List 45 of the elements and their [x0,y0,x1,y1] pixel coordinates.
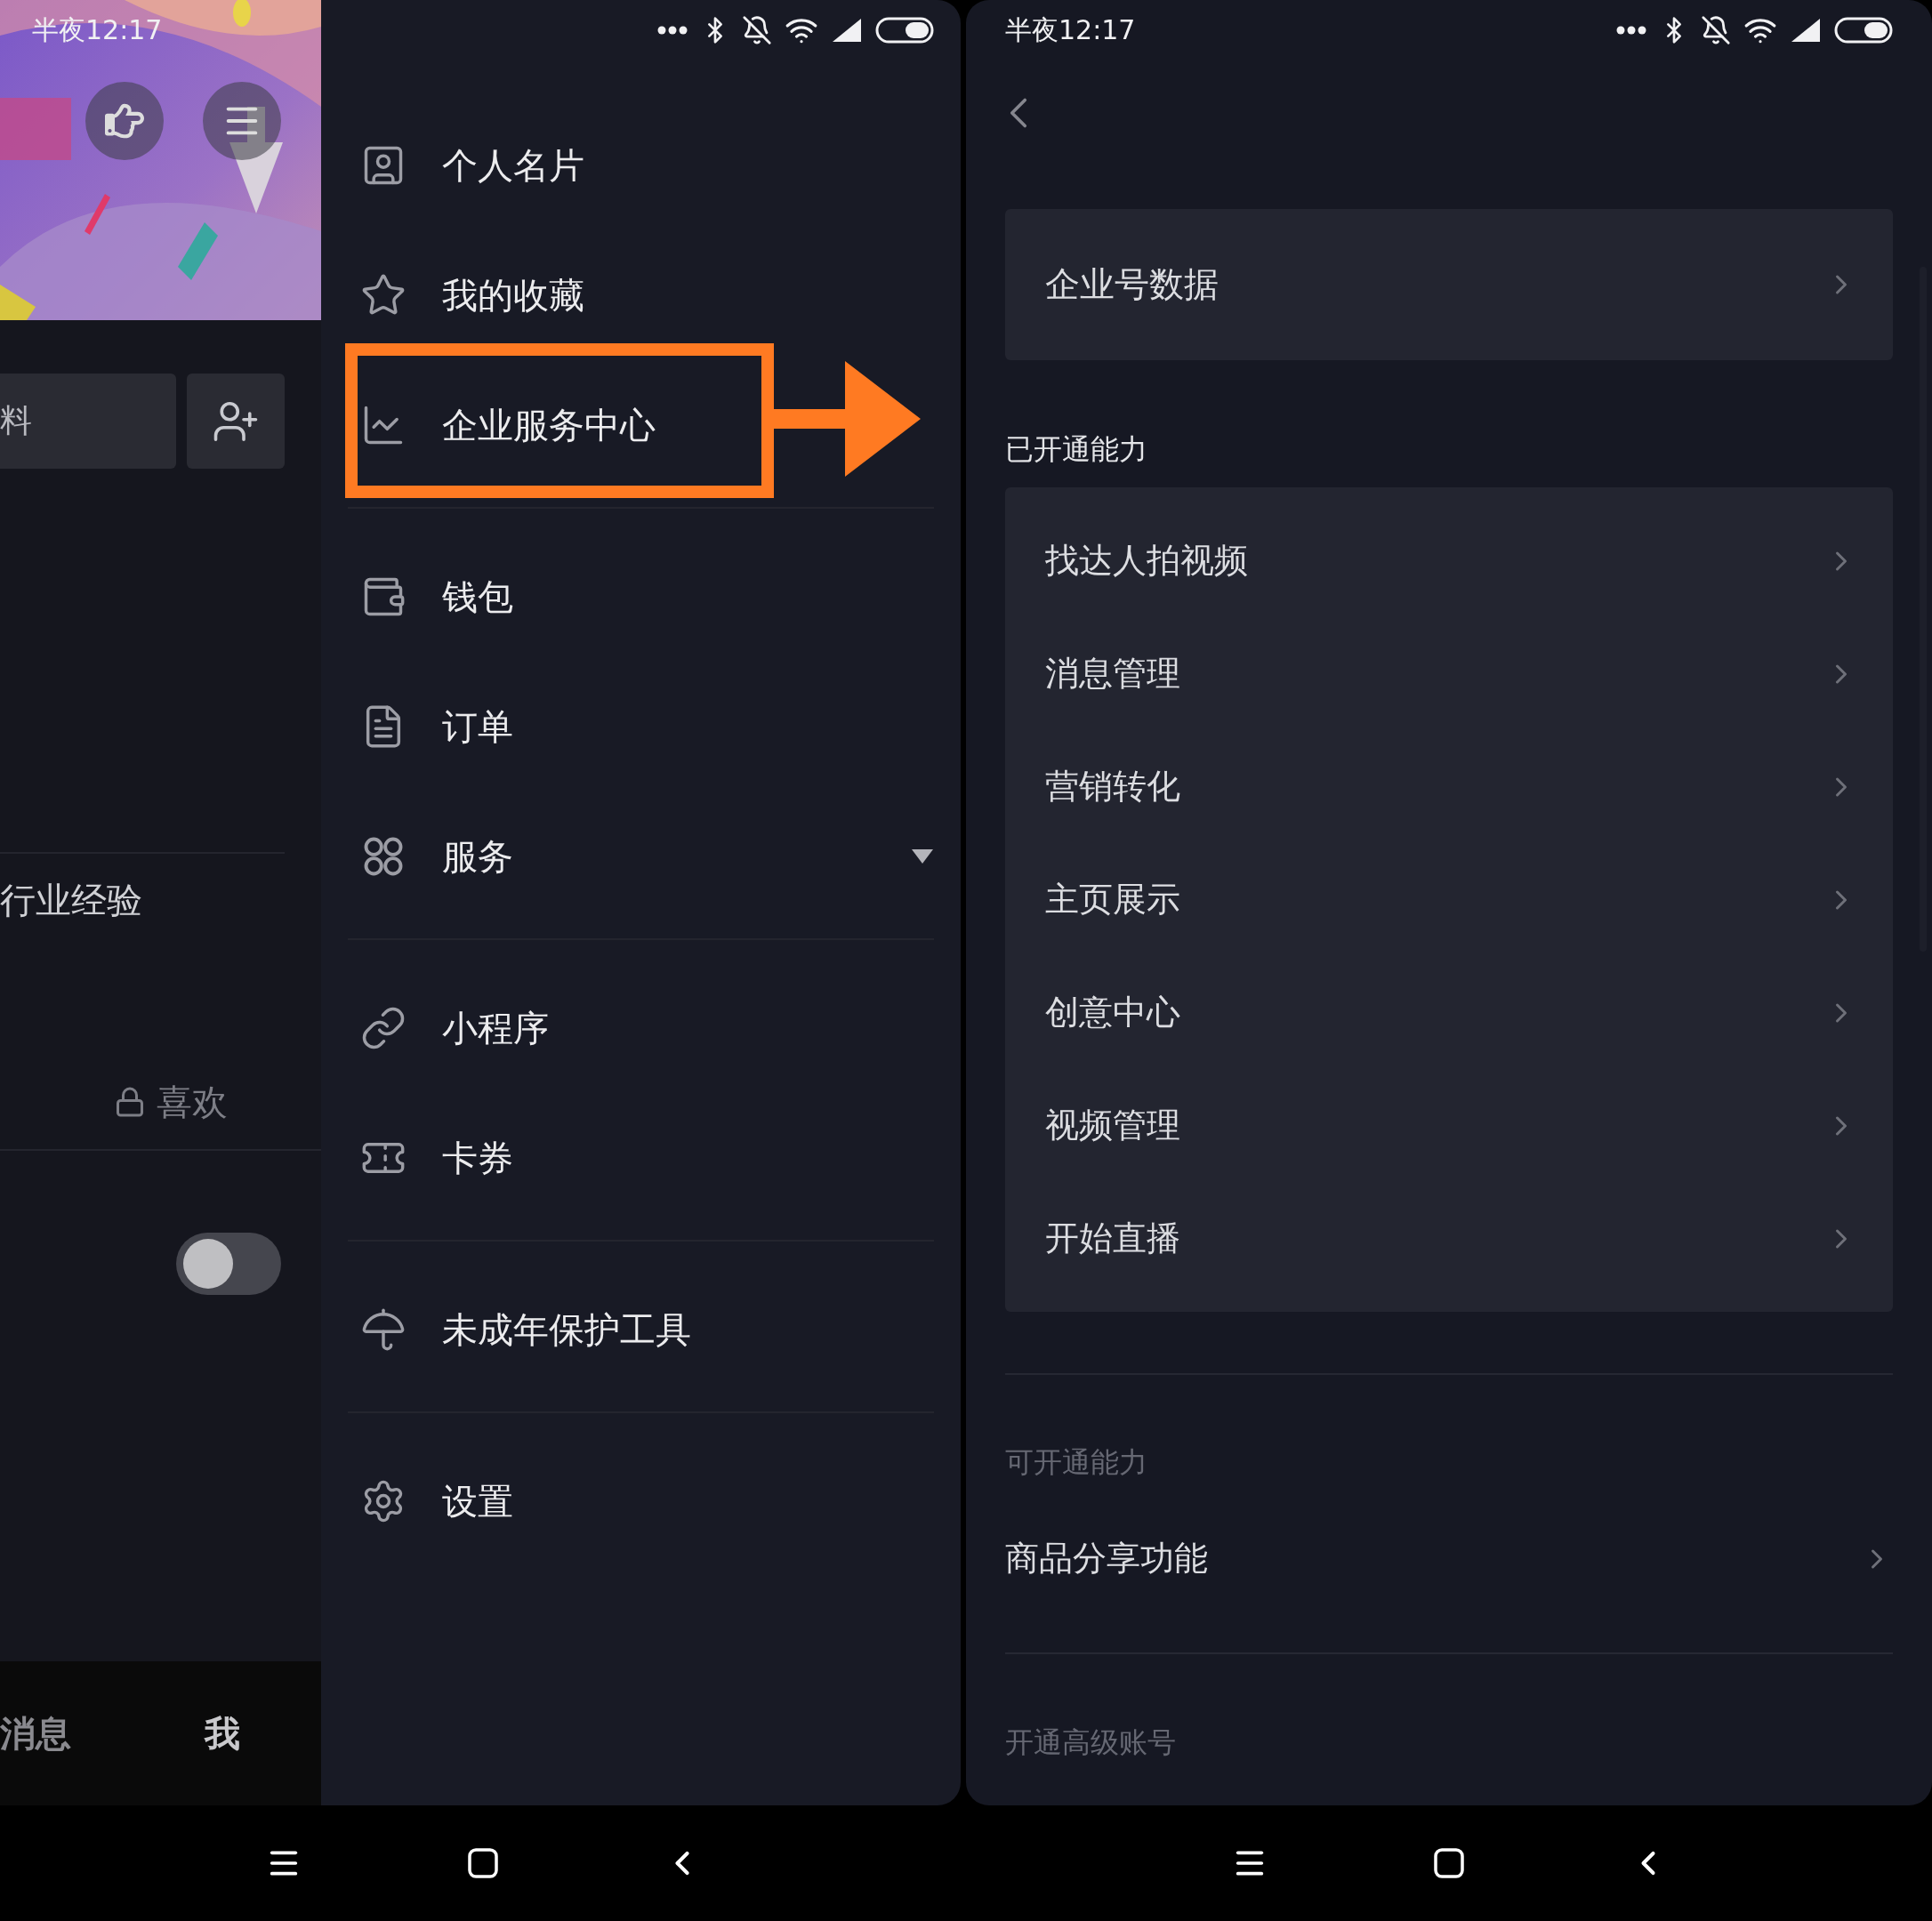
signal-icon [831,17,863,44]
feature-row[interactable]: 视频管理 [1005,1069,1893,1182]
battery-icon [1834,17,1893,44]
bottom-tab[interactable]: 消息 [0,1708,71,1758]
industry-experience-label: 行业经验 [0,880,143,920]
enterprise-data-row[interactable]: 企业号数据 [1005,209,1893,360]
drawer-menu-item[interactable]: 钱包 [360,543,513,650]
umbrella-icon [360,1306,407,1353]
bottom-tab[interactable]: 我 [205,1708,240,1758]
section-title: 可开通能力 [1005,1444,1148,1480]
add-friend-button[interactable] [187,374,285,469]
drawer-menu-item[interactable]: 设置 [360,1448,513,1555]
bell-off-icon [1701,15,1731,45]
section-title: 开通高级账号 [1005,1724,1177,1760]
feature-row[interactable]: 商品分享功能 [1005,1502,1893,1615]
feature-row[interactable]: 开始直播 [1005,1182,1893,1295]
likes-tab[interactable]: 喜欢 [114,1082,228,1121]
feature-row[interactable]: 主页展示 [1005,843,1893,956]
drawer-menu-item[interactable]: 卡券 [360,1105,513,1211]
home-square-icon [1434,1848,1464,1878]
feature-row[interactable]: 找达人拍视频 [1005,504,1893,617]
drawer-menu-item[interactable]: 订单 [360,673,513,780]
more-dots-icon [656,25,688,36]
drawer-menu-item[interactable]: 服务 [360,803,934,910]
drawer-menu-item[interactable]: 个人名片 [360,112,584,219]
drawer-menu-item[interactable]: 未成年保护工具 [360,1276,691,1383]
home-square-icon [468,1848,498,1878]
drawer-menu-item[interactable]: 我的收藏 [360,242,584,349]
dropdown-caret-icon [911,848,934,864]
signal-icon [1790,17,1822,44]
pointing-hand-icon [105,101,144,141]
profile-button[interactable]: 料 [0,374,176,469]
status-time: 半夜12:17 [32,13,163,47]
section-title: 已开通能力 [1005,431,1148,467]
feature-row[interactable]: 创意中心 [1005,956,1893,1069]
status-time: 半夜12:17 [1005,13,1136,47]
drawer-menu-item[interactable]: 小程序 [360,975,549,1081]
battery-icon [875,17,934,44]
link-icon [360,1005,407,1051]
drawer-menu-item[interactable]: 企业服务中心 [360,372,656,478]
feature-row[interactable]: 消息管理 [1005,617,1893,730]
more-dots-icon [1615,25,1647,36]
lock-icon [114,1086,146,1118]
feature-row[interactable]: 营销转化 [1005,730,1893,843]
bell-off-icon [742,15,772,45]
